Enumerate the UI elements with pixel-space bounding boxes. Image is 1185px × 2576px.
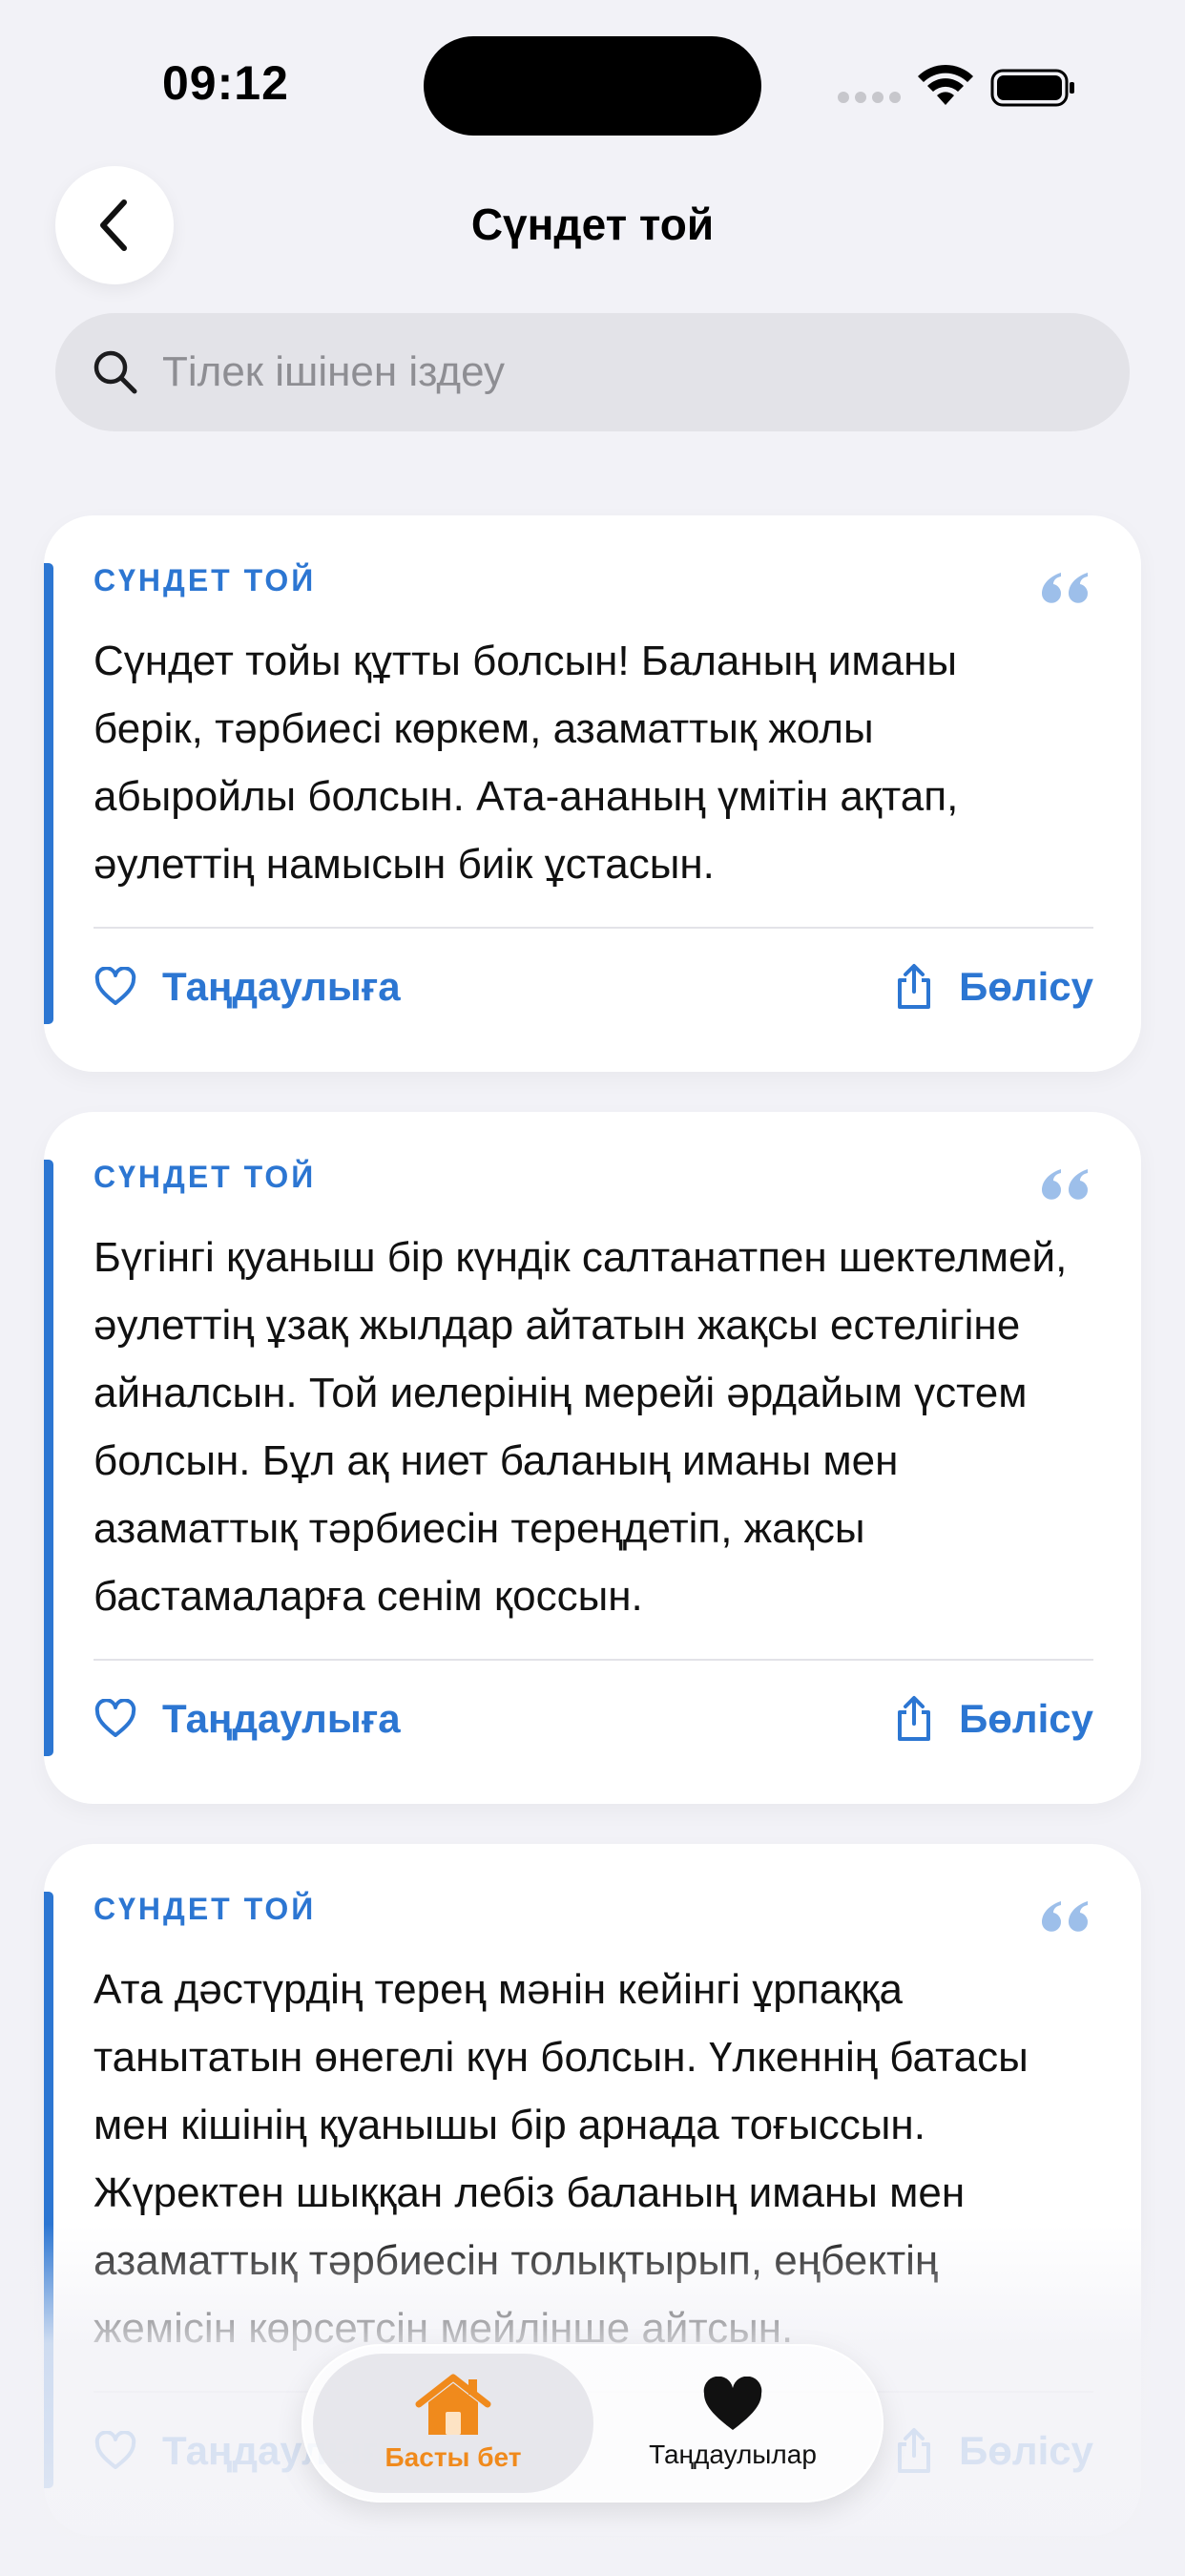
wish-list: СҮНДЕТ ТОЙ Сүндет тойы құтты болсын! Бал… xyxy=(44,515,1141,2576)
card-category: СҮНДЕТ ТОЙ xyxy=(94,1160,317,1194)
heart-filled-icon xyxy=(703,2377,762,2430)
battery-icon xyxy=(990,69,1074,107)
search-input[interactable] xyxy=(160,347,1130,397)
tab-favorites[interactable]: Таңдаулылар xyxy=(593,2354,872,2493)
share-label: Бөлісу xyxy=(959,2428,1093,2473)
share-button[interactable]: Бөлісу xyxy=(894,2427,1093,2475)
wifi-icon xyxy=(918,64,973,105)
wish-card: СҮНДЕТ ТОЙ Сүндет тойы құтты болсын! Бал… xyxy=(44,515,1141,1072)
quote-icon xyxy=(1042,1901,1088,1932)
card-text: Ата дәстүрдің терең мәнін кейінгі ұрпаққ… xyxy=(94,1966,1029,2352)
card-divider xyxy=(94,927,1093,929)
add-favorite-label: Таңдаулыға xyxy=(162,1696,401,1741)
card-text: Бүгінгі қуаныш бір күндік салтанатпен ше… xyxy=(94,1234,1068,1620)
share-button[interactable]: Бөлісу xyxy=(894,963,1093,1011)
quote-icon xyxy=(1042,1169,1088,1200)
dynamic-island xyxy=(424,36,761,136)
share-label: Бөлісу xyxy=(959,964,1093,1009)
card-actions: Таңдаулыға Бөлісу xyxy=(94,1668,1093,1770)
share-icon xyxy=(898,964,931,1009)
home-icon xyxy=(415,2374,491,2435)
card-accent-bar xyxy=(44,1160,53,1756)
card-category: СҮНДЕТ ТОЙ xyxy=(94,563,317,597)
card-text: Сүндет тойы құтты болсын! Баланың иманы … xyxy=(94,638,959,888)
wish-card: СҮНДЕТ ТОЙ Бүгінгі қуаныш бір күндік сал… xyxy=(44,1112,1141,1804)
add-favorite-button[interactable]: Таңдаулыға xyxy=(94,1696,401,1742)
tab-home[interactable]: Басты бет xyxy=(313,2354,593,2493)
share-label: Бөлісу xyxy=(959,1696,1093,1741)
card-actions: Таңдаулыға Бөлісу xyxy=(94,936,1093,1037)
tab-favorites-label: Таңдаулылар xyxy=(649,2440,817,2469)
add-favorite-button[interactable]: Таңдаулыға xyxy=(94,964,401,1010)
card-divider xyxy=(94,1659,1093,1661)
share-icon xyxy=(898,2428,931,2473)
search-bar[interactable] xyxy=(55,313,1130,431)
card-category: СҮНДЕТ ТОЙ xyxy=(94,1892,317,1926)
card-accent-bar xyxy=(44,563,53,1024)
search-icon xyxy=(94,350,137,394)
status-bar: 09:12 xyxy=(0,0,1185,143)
heart-outline-icon xyxy=(94,1699,136,1737)
cellular-signal-icon xyxy=(838,88,901,103)
status-time: 09:12 xyxy=(162,56,289,110)
quote-icon xyxy=(1042,573,1088,603)
add-favorite-label: Таңдаулыға xyxy=(162,964,401,1009)
heart-outline-icon xyxy=(94,2431,136,2469)
card-accent-bar xyxy=(44,1892,53,2488)
tab-home-label: Басты бет xyxy=(385,2442,522,2472)
tab-bar: Басты бет Таңдаулылар xyxy=(301,2344,884,2503)
page-title: Сүндет той xyxy=(470,199,715,249)
share-icon xyxy=(898,1696,931,1741)
heart-outline-icon xyxy=(94,967,136,1005)
share-button[interactable]: Бөлісу xyxy=(894,1695,1093,1743)
